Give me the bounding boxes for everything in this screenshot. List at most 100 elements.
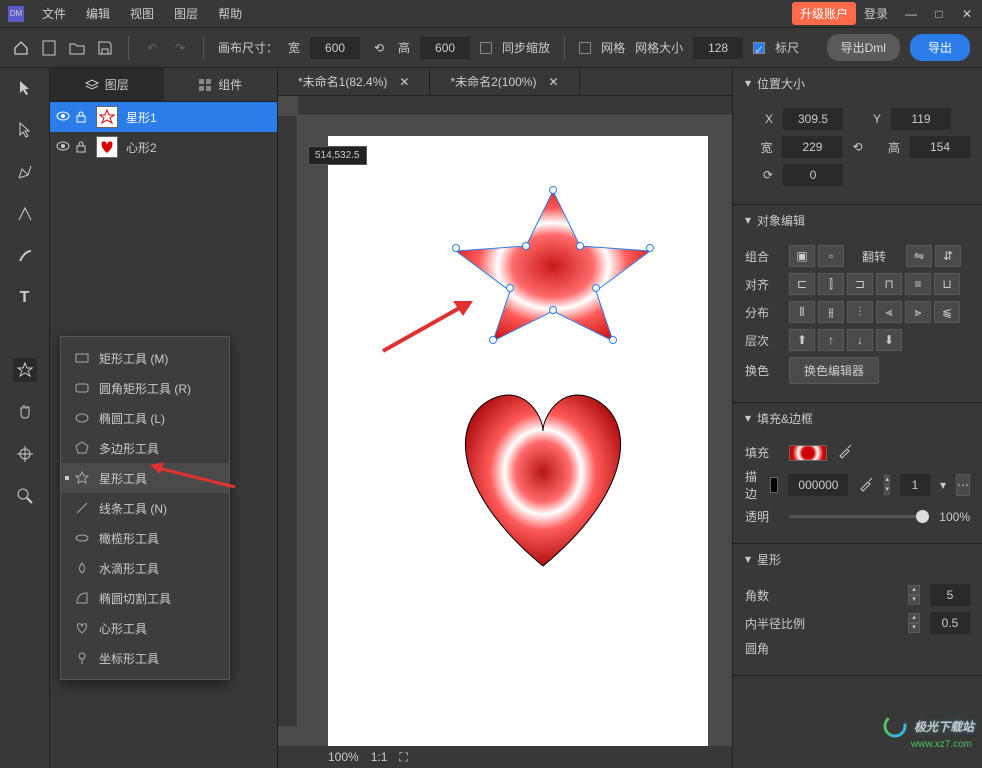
back-icon[interactable]: ⬇	[876, 329, 902, 351]
align-right-icon[interactable]: ⊐	[847, 273, 873, 295]
y-input[interactable]	[891, 108, 951, 130]
sync-checkbox[interactable]	[480, 42, 492, 54]
components-tab[interactable]: 组件	[164, 68, 278, 101]
front-icon[interactable]: ⬆	[789, 329, 815, 351]
dist-3-icon[interactable]: ⫶	[847, 301, 873, 323]
visibility-icon[interactable]	[56, 141, 68, 153]
arc-tool-item[interactable]: 椭圆切割工具	[61, 583, 229, 613]
roundrect-tool-item[interactable]: 圆角矩形工具 (R)	[61, 373, 229, 403]
canvas-height-input[interactable]	[420, 37, 470, 59]
grid-size-input[interactable]	[693, 37, 743, 59]
menu-view[interactable]: 视图	[122, 1, 162, 26]
line-tool-item[interactable]: 线条工具 (N)	[61, 493, 229, 523]
heart-tool-item[interactable]: 心形工具	[61, 613, 229, 643]
align-top-icon[interactable]: ⊓	[876, 273, 902, 295]
stroke-width-spinner[interactable]: ▴▾	[884, 475, 890, 495]
section-obj-edit[interactable]: ▾对象编辑	[733, 205, 982, 235]
export-dml-button[interactable]: 导出Dml	[827, 34, 900, 61]
grid-checkbox[interactable]	[579, 42, 591, 54]
menu-edit[interactable]: 编辑	[78, 1, 118, 26]
crosshair-tool[interactable]	[13, 442, 37, 466]
opacity-slider[interactable]	[789, 515, 929, 518]
dist-4-icon[interactable]: ⫷	[876, 301, 902, 323]
ellipse-tool-item[interactable]: 椭圆工具 (L)	[61, 403, 229, 433]
pin-tool-item[interactable]: 坐标形工具	[61, 643, 229, 673]
canvas-width-input[interactable]	[310, 37, 360, 59]
fill-swatch[interactable]	[789, 445, 827, 461]
pen-tool[interactable]	[13, 160, 37, 184]
drop-tool-item[interactable]: 水滴形工具	[61, 553, 229, 583]
flip-h-icon[interactable]: ⇋	[906, 245, 932, 267]
zoom-tool[interactable]	[13, 484, 37, 508]
w-input[interactable]	[782, 136, 842, 158]
group-icon[interactable]: ▣	[789, 245, 815, 267]
close-tab-icon[interactable]: ✕	[399, 75, 409, 89]
inner-radius-input[interactable]	[930, 612, 970, 634]
canvas[interactable]	[328, 136, 708, 746]
stroke-more-icon[interactable]: ⋯	[956, 474, 970, 496]
undo-icon[interactable]: ↶	[143, 39, 161, 57]
eyedropper-icon[interactable]	[837, 443, 853, 462]
olive-tool-item[interactable]: 橄榄形工具	[61, 523, 229, 553]
h-input[interactable]	[910, 136, 970, 158]
layer-row[interactable]: 心形2	[50, 132, 277, 162]
link-wh-icon[interactable]: ⟲	[852, 140, 862, 154]
stroke-style-dropdown[interactable]: ▾	[940, 478, 946, 492]
ungroup-icon[interactable]: ▫	[818, 245, 844, 267]
lock-icon[interactable]	[76, 111, 88, 123]
eyedropper-icon[interactable]	[858, 476, 874, 495]
save-icon[interactable]	[96, 39, 114, 57]
login-button[interactable]: 登录	[864, 5, 888, 22]
heart-shape[interactable]	[428, 376, 658, 576]
points-spinner[interactable]: ▴▾	[908, 585, 920, 605]
inner-radius-spinner[interactable]: ▴▾	[908, 613, 920, 633]
stroke-color-input[interactable]	[788, 474, 848, 496]
doc-tab[interactable]: *未命名2(100%)✕	[430, 68, 579, 95]
link-icon[interactable]: ⟲	[370, 39, 388, 57]
menu-file[interactable]: 文件	[34, 1, 74, 26]
select-tool[interactable]	[13, 76, 37, 100]
x-input[interactable]	[783, 108, 843, 130]
rect-tool-item[interactable]: 矩形工具 (M)	[61, 343, 229, 373]
align-left-icon[interactable]: ⊏	[789, 273, 815, 295]
section-pos-size[interactable]: ▾位置大小	[733, 68, 982, 98]
polygon-tool-item[interactable]: 多边形工具	[61, 433, 229, 463]
dist-1-icon[interactable]: ⫴	[789, 301, 815, 323]
zoom-ratio[interactable]: 1:1	[371, 750, 388, 764]
layers-tab[interactable]: 图层	[50, 68, 164, 101]
menu-help[interactable]: 帮助	[210, 1, 250, 26]
dist-5-icon[interactable]: ⫸	[905, 301, 931, 323]
points-input[interactable]	[930, 584, 970, 606]
close-tab-icon[interactable]: ✕	[548, 75, 558, 89]
doc-tab[interactable]: *未命名1(82.4%)✕	[278, 68, 430, 95]
home-icon[interactable]	[12, 39, 30, 57]
section-fill-stroke[interactable]: ▾填充&边框	[733, 403, 982, 433]
ruler-checkbox[interactable]: ✓	[753, 42, 765, 54]
dist-6-icon[interactable]: ⫹	[934, 301, 960, 323]
layer-row[interactable]: 星形1	[50, 102, 277, 132]
lock-icon[interactable]	[76, 141, 88, 153]
stroke-width-input[interactable]	[900, 474, 930, 496]
close-icon[interactable]: ✕	[960, 7, 974, 21]
menu-layer[interactable]: 图层	[166, 1, 206, 26]
brush-tool[interactable]	[13, 244, 37, 268]
section-star[interactable]: ▾星形	[733, 544, 982, 574]
zoom-value[interactable]: 100%	[328, 750, 359, 764]
direct-select-tool[interactable]	[13, 118, 37, 142]
stroke-swatch[interactable]	[770, 477, 778, 493]
flip-v-icon[interactable]: ⇵	[935, 245, 961, 267]
text-tool[interactable]: T	[13, 286, 37, 310]
new-icon[interactable]	[40, 39, 58, 57]
hand-tool[interactable]	[13, 400, 37, 424]
upgrade-button[interactable]: 升级账户	[792, 2, 856, 25]
align-center-icon[interactable]: ⫿	[818, 273, 844, 295]
open-icon[interactable]	[68, 39, 86, 57]
rotation-input[interactable]	[783, 164, 843, 186]
dist-2-icon[interactable]: ⫵	[818, 301, 844, 323]
align-middle-icon[interactable]: ≡	[905, 273, 931, 295]
recolor-editor-button[interactable]: 换色编辑器	[789, 357, 879, 384]
maximize-icon[interactable]: □	[932, 7, 946, 21]
shape-tool[interactable]	[13, 358, 37, 382]
forward-icon[interactable]: ↑	[818, 329, 844, 351]
align-bottom-icon[interactable]: ⊔	[934, 273, 960, 295]
